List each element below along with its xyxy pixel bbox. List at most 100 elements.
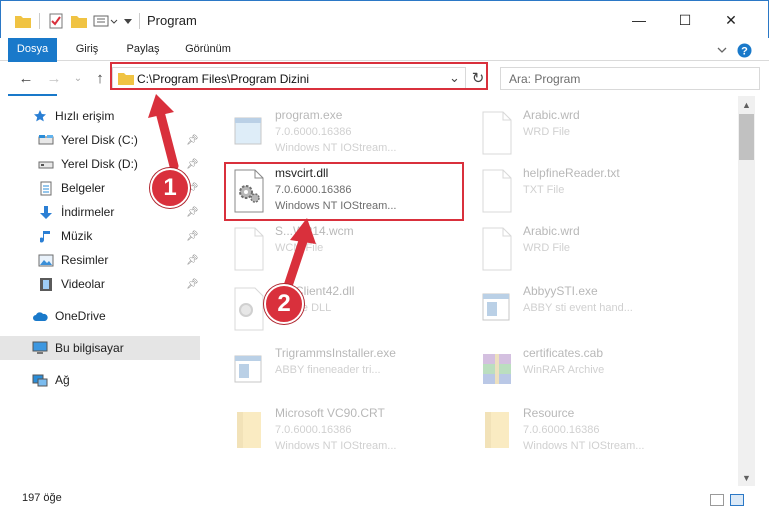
star-icon [32, 108, 48, 124]
file-item[interactable]: Arabic.wrd WRD File [475, 106, 715, 164]
search-input[interactable]: Ara: Program [500, 67, 760, 90]
navigation-pane: Hızlı erişim Yerel Disk (C:) 📌︎ Yerel Di… [0, 96, 205, 486]
file-name: program.exe [275, 108, 343, 122]
step-marker-2: 2 [264, 284, 304, 324]
file-description: Windows NT IOStream... [275, 440, 397, 452]
status-bar: 197 öğe [0, 486, 769, 529]
svg-text:?: ? [741, 45, 748, 57]
file-name: Arabic.wrd [523, 224, 580, 238]
folder-icon [229, 408, 269, 454]
file-item[interactable]: helpfineReader.txt TXT File [475, 164, 715, 222]
file-name: Arabic.wrd [523, 108, 580, 122]
folder-item[interactable]: Resource 7.0.6000.16386 Windows NT IOStr… [475, 404, 715, 462]
up-button[interactable]: ↑ [90, 68, 110, 88]
sidebar-item-label: Videolar [61, 277, 105, 291]
folder-icon [15, 11, 31, 31]
sidebar-item-label: İndirmeler [61, 205, 115, 219]
blank-file-icon [229, 226, 269, 272]
tab-home[interactable]: Giriş [64, 38, 110, 61]
folder-item[interactable]: Microsoft VC90.CRT 7.0.6000.16386 Window… [227, 404, 467, 462]
customize-toolbar-icon[interactable] [93, 11, 119, 31]
pin-icon: 📌︎ [186, 230, 199, 242]
file-highlight-box [224, 162, 464, 221]
dropdown-arrow-icon[interactable] [123, 11, 133, 31]
file-type: WCM File [275, 242, 324, 254]
properties-icon[interactable] [49, 11, 63, 31]
exe-icon [477, 286, 517, 332]
file-name: Resource [523, 406, 575, 420]
sidebar-item-music[interactable]: Müzik 📌︎ [0, 224, 200, 248]
file-name: Microsoft VC90.CRT [275, 406, 385, 420]
file-item[interactable]: AbbyySTI.exe ABBY sti event hand... [475, 282, 715, 340]
divider [39, 13, 40, 29]
expand-ribbon-icon[interactable] [714, 42, 730, 58]
maximize-button[interactable]: ☐ [662, 1, 708, 39]
sidebar-item-this-pc[interactable]: Bu bilgisayar [0, 336, 200, 360]
file-version: 7.0.6000.16386 [275, 126, 352, 138]
pin-icon: 📌︎ [186, 278, 199, 290]
file-type: WinRAR Archive [523, 364, 605, 376]
item-count: 197 öğe [22, 492, 62, 504]
videos-icon [38, 276, 54, 292]
sidebar-item-disk-c[interactable]: Yerel Disk (C:) 📌︎ [0, 128, 200, 152]
new-folder-icon[interactable] [71, 11, 87, 31]
sidebar-item-quick-access[interactable]: Hızlı erişim [0, 104, 200, 128]
tab-share[interactable]: Paylaş [118, 38, 168, 61]
sidebar-item-label: Resimler [61, 253, 109, 267]
file-description: Windows NT IOStream... [523, 440, 645, 452]
sidebar-item-label: OneDrive [55, 309, 106, 323]
file-item[interactable]: ...teClient42.dll ...ance DLL [227, 282, 467, 340]
tab-view[interactable]: Görünüm [176, 38, 240, 61]
vertical-scrollbar[interactable]: ▲ ▼ [738, 96, 755, 486]
pin-icon: 📌︎ [186, 134, 199, 146]
sidebar-item-label: Yerel Disk (D:) [61, 157, 138, 171]
recent-locations-icon[interactable]: ⌄ [68, 68, 88, 88]
forward-button[interactable]: → [44, 68, 64, 88]
file-name: TrigrammsInstaller.exe [275, 346, 396, 360]
file-version: 7.0.6000.16386 [275, 424, 352, 436]
sidebar-item-network[interactable]: Ağ [0, 368, 200, 392]
search-placeholder: Ara: Program [509, 72, 581, 86]
scroll-down-icon[interactable]: ▼ [738, 469, 755, 486]
sidebar-item-label: Bu bilgisayar [55, 341, 124, 355]
file-item[interactable]: certificates.cab WinRAR Archive [475, 344, 715, 402]
sidebar-item-label: Hızlı erişim [55, 109, 115, 123]
large-icons-view-icon[interactable] [730, 494, 744, 506]
sidebar-item-label: Müzik [61, 229, 93, 243]
cloud-icon [32, 308, 48, 324]
file-item[interactable]: TrigrammsInstaller.exe ABBY fineneader t… [227, 344, 467, 402]
back-button[interactable]: ← [16, 68, 36, 88]
file-item[interactable]: S...WP14.wcm WCM File [227, 222, 467, 280]
file-type: WRD File [523, 126, 571, 138]
file-type: WRD File [523, 242, 571, 254]
file-description: ABBY fineneader tri... [275, 364, 381, 376]
file-name: helpfineReader.txt [523, 166, 620, 180]
file-item[interactable]: program.exe 7.0.6000.16386 Windows NT IO… [227, 106, 467, 164]
sidebar-item-label: Yerel Disk (C:) [61, 133, 138, 147]
file-item[interactable]: Arabic.wrd WRD File [475, 222, 715, 280]
scroll-up-icon[interactable]: ▲ [738, 96, 755, 113]
window-title: Program [147, 13, 197, 28]
help-icon[interactable]: ? [736, 42, 752, 58]
downloads-icon [38, 204, 54, 220]
blank-file-icon [477, 168, 517, 214]
file-name: AbbyySTI.exe [523, 284, 598, 298]
details-view-icon[interactable] [710, 494, 724, 506]
title-bar: Program — ☐ ✕ [0, 0, 769, 38]
file-description: Windows NT IOStream... [275, 142, 397, 154]
ribbon: Dosya Giriş Paylaş Görünüm ? [0, 38, 769, 96]
sidebar-item-label: Ağ [55, 373, 70, 387]
sidebar-item-pictures[interactable]: Resimler 📌︎ [0, 248, 200, 272]
folder-icon [477, 408, 517, 454]
file-description: ABBY sti event hand... [523, 302, 633, 314]
drive-icon [38, 156, 54, 172]
step-marker-1: 1 [150, 168, 190, 208]
sidebar-item-videos[interactable]: Videolar 📌︎ [0, 272, 200, 296]
close-button[interactable]: ✕ [708, 1, 754, 39]
sidebar-item-onedrive[interactable]: OneDrive [0, 304, 200, 328]
file-version: 7.0.6000.16386 [523, 424, 600, 436]
minimize-button[interactable]: — [616, 1, 662, 39]
pictures-icon [38, 252, 54, 268]
scroll-thumb[interactable] [739, 114, 754, 160]
pin-icon: 📌︎ [186, 254, 199, 266]
